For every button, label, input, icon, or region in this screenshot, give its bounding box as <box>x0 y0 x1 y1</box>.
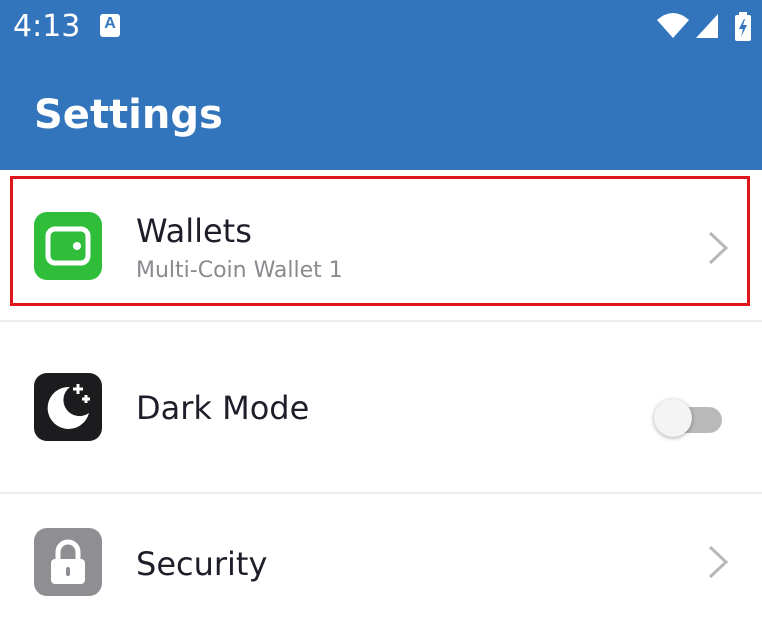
status-time: 4:13 <box>13 9 81 44</box>
chevron-right-icon <box>708 545 729 579</box>
security-label: Security <box>136 545 268 583</box>
page-title: Settings <box>34 92 223 138</box>
wifi-icon <box>657 13 689 38</box>
app-bar: 4:13 A Settings <box>0 0 762 170</box>
battery-charging-icon <box>735 12 751 41</box>
notification-app-icon: A <box>100 14 120 37</box>
selection-highlight <box>10 176 750 306</box>
lock-icon <box>34 528 102 596</box>
settings-item-dark-mode: Dark Mode <box>0 322 762 492</box>
cellular-signal-icon <box>696 14 718 38</box>
settings-item-security[interactable]: Security <box>0 494 762 617</box>
dark-mode-label: Dark Mode <box>136 389 310 427</box>
status-bar: 4:13 A <box>0 0 762 56</box>
moon-stars-icon <box>34 373 102 441</box>
toggle-knob <box>654 399 692 437</box>
dark-mode-toggle[interactable] <box>654 395 724 437</box>
